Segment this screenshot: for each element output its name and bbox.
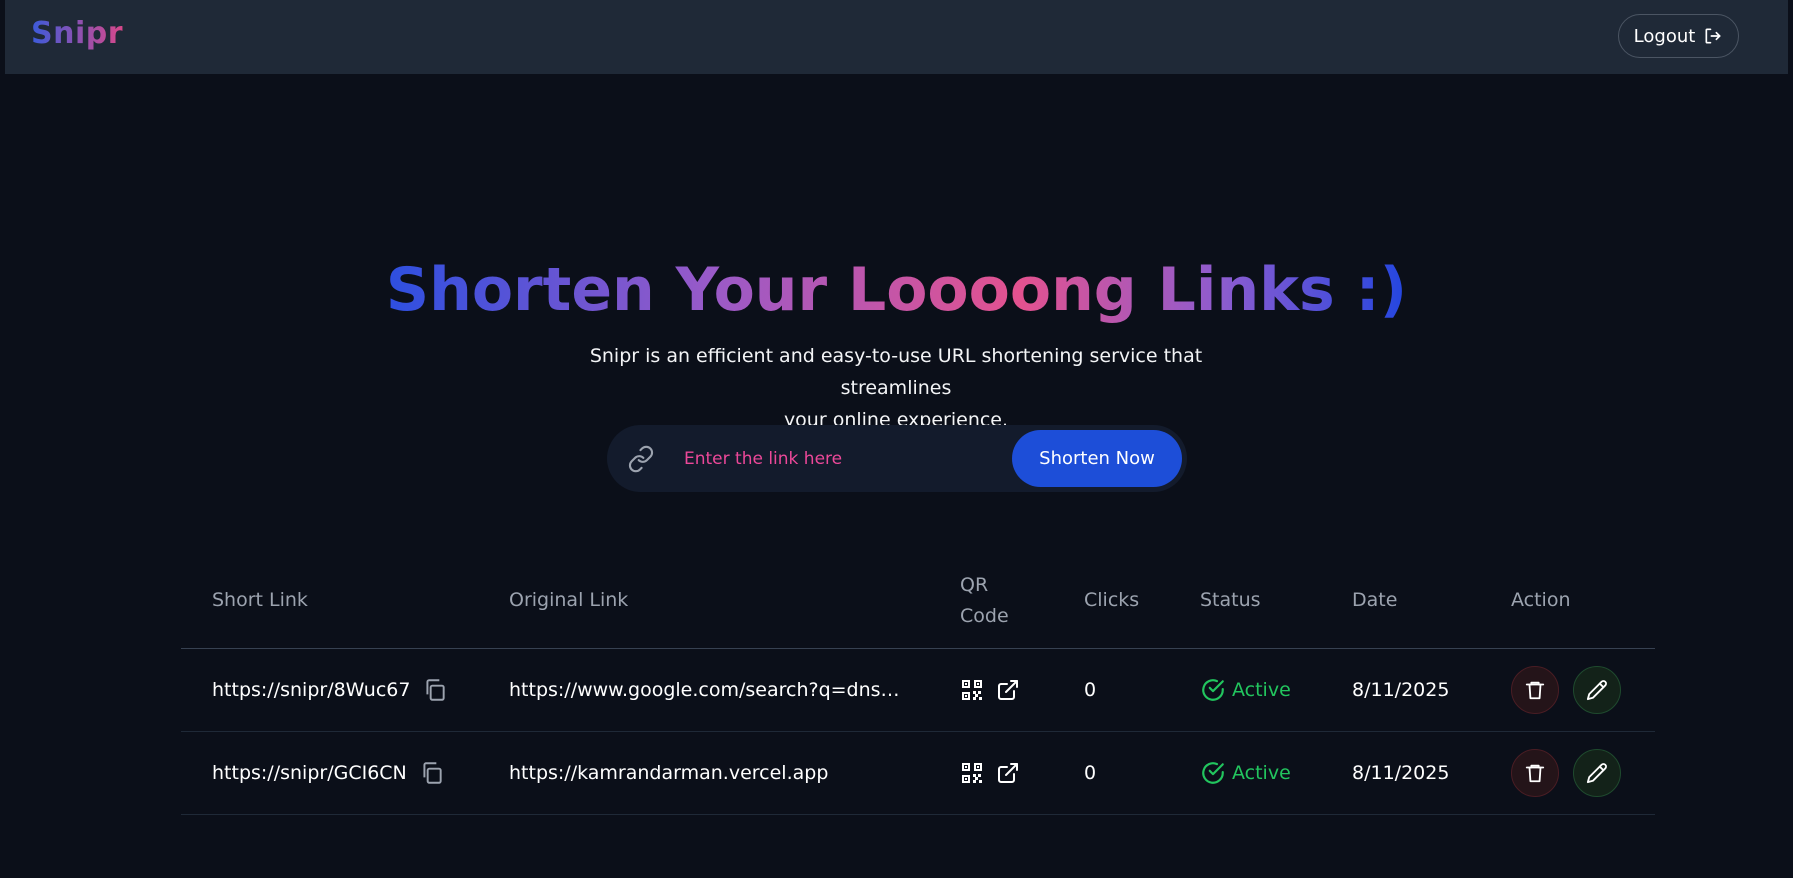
original-link-cell: https://www.google.com/search?q=dns…	[509, 649, 900, 731]
qr-code-icon[interactable]	[960, 678, 984, 702]
short-link-cell: https://snipr/8Wuc67	[212, 649, 448, 731]
action-cell	[1511, 649, 1621, 731]
header-action: Action	[1511, 589, 1571, 611]
header-date: Date	[1352, 589, 1398, 611]
logout-icon	[1705, 28, 1721, 44]
status-label: Active	[1232, 679, 1291, 701]
edit-button[interactable]	[1573, 666, 1621, 714]
qr-code-icon[interactable]	[960, 761, 984, 785]
check-circle-icon	[1202, 679, 1224, 701]
hero-title: Shorten Your Loooong Links :)	[385, 255, 1408, 325]
header-original-link: Original Link	[509, 589, 629, 611]
original-link-cell: https://kamrandarman.vercel.app	[509, 732, 828, 814]
navbar: Snipr Logout	[5, 0, 1788, 74]
date-cell: 8/11/2025	[1352, 762, 1450, 784]
link-icon	[628, 445, 654, 473]
pencil-icon	[1586, 763, 1607, 784]
copy-icon[interactable]	[422, 677, 448, 703]
logout-label: Logout	[1633, 25, 1696, 47]
shorten-now-button[interactable]: Shorten Now	[1012, 430, 1182, 487]
header-clicks: Clicks	[1084, 589, 1140, 611]
edit-button[interactable]	[1573, 749, 1621, 797]
action-cell	[1511, 732, 1621, 814]
external-link-icon[interactable]	[996, 761, 1020, 785]
logout-button[interactable]: Logout	[1618, 14, 1739, 58]
header-status: Status	[1200, 589, 1261, 611]
app-logo[interactable]: Snipr	[31, 16, 123, 51]
header-qr-code: QR Code	[960, 574, 1009, 627]
short-link-cell: https://snipr/GCI6CN	[212, 732, 445, 814]
clicks-cell: 0	[1084, 762, 1097, 784]
status-label: Active	[1232, 762, 1291, 784]
header-short-link: Short Link	[212, 589, 308, 611]
table-row: https://snipr/GCI6CN https://kamrandarma…	[181, 732, 1655, 815]
original-link: https://www.google.com/search?q=dns…	[509, 679, 900, 701]
check-circle-icon	[1202, 762, 1224, 784]
copy-icon[interactable]	[419, 760, 445, 786]
table-row: https://snipr/8Wuc67 https://www.google.…	[181, 649, 1655, 732]
status-cell: Active	[1200, 649, 1291, 731]
delete-button[interactable]	[1511, 749, 1559, 797]
pencil-icon	[1586, 680, 1607, 701]
qr-code-cell	[960, 649, 1020, 731]
hero-subtitle: Snipr is an efficient and easy-to-use UR…	[589, 345, 1203, 431]
status-cell: Active	[1200, 732, 1291, 814]
original-link: https://kamrandarman.vercel.app	[509, 762, 829, 784]
trash-icon	[1525, 764, 1545, 783]
date-cell: 8/11/2025	[1352, 679, 1450, 701]
external-link-icon[interactable]	[996, 678, 1020, 702]
qr-code-cell	[960, 732, 1020, 814]
delete-button[interactable]	[1511, 666, 1559, 714]
trash-icon	[1525, 681, 1545, 700]
short-link[interactable]: https://snipr/8Wuc67	[212, 679, 410, 701]
link-input[interactable]	[682, 439, 986, 479]
shorten-form: Shorten Now	[607, 425, 1187, 492]
clicks-cell: 0	[1084, 679, 1097, 701]
short-link[interactable]: https://snipr/GCI6CN	[212, 762, 407, 784]
